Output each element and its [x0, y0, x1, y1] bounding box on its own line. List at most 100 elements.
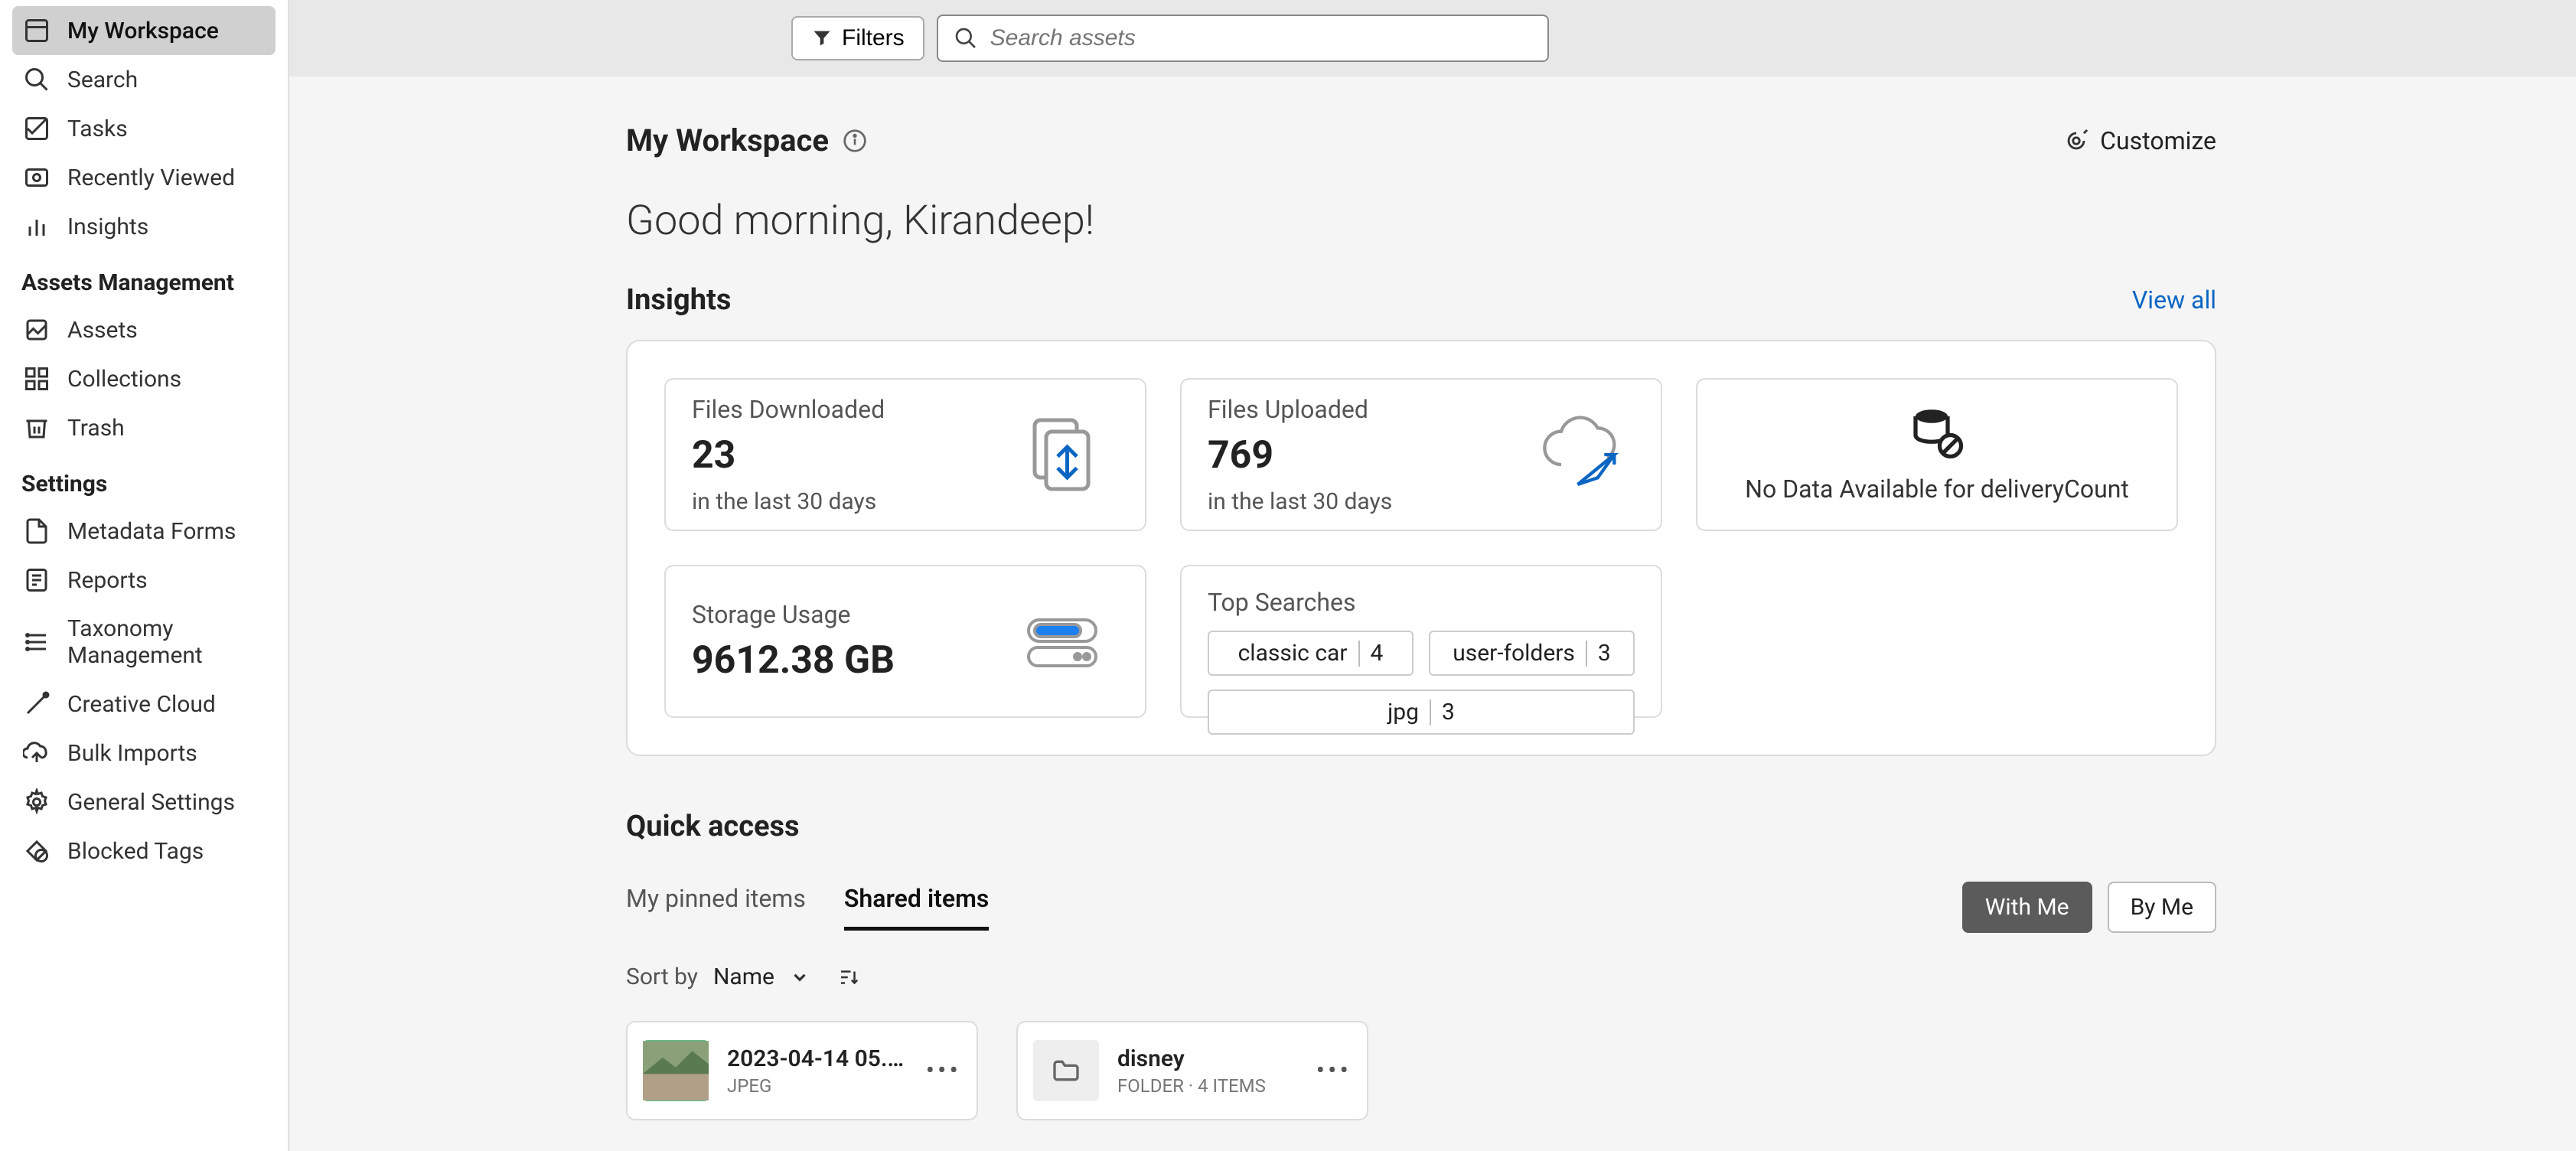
chevron-down-icon[interactable]	[790, 967, 810, 987]
sidebar-item-label: Metadata Forms	[67, 518, 236, 545]
sidebar-item-general-settings[interactable]: General Settings	[12, 778, 276, 827]
metadata-icon	[23, 517, 51, 545]
search-wrap[interactable]	[937, 15, 1549, 62]
item-thumbnail	[1033, 1040, 1099, 1101]
sidebar-item-label: Assets	[67, 317, 138, 344]
chip-term: jpg	[1387, 699, 1419, 725]
sidebar-item-collections[interactable]: Collections	[12, 354, 276, 403]
gear-icon	[23, 788, 51, 816]
main: Filters My Workspace Customize Goo	[289, 0, 2576, 1151]
item-sub: FOLDER · 4 ITEMS	[1117, 1075, 1298, 1097]
quick-tabs: My pinned items Shared items	[626, 884, 989, 931]
search-input[interactable]	[990, 25, 1532, 51]
sidebar-item-creative-cloud[interactable]: Creative Cloud	[12, 680, 276, 729]
customize-label: Customize	[2100, 126, 2216, 155]
reports-icon	[23, 566, 51, 594]
info-icon[interactable]	[843, 129, 867, 153]
sidebar-item-label: Reports	[67, 567, 148, 594]
insights-title: Insights	[626, 283, 731, 317]
customize-icon	[2063, 128, 2089, 154]
sidebar-section-assets: Assets Management	[12, 251, 276, 305]
card-top-searches[interactable]: Top Searches classic car 4 user-folders …	[1180, 565, 1662, 718]
filter-icon	[811, 28, 833, 49]
sort-value[interactable]: Name	[713, 964, 774, 990]
view-all-link[interactable]: View all	[2132, 285, 2216, 315]
sidebar-item-insights[interactable]: Insights	[12, 202, 276, 251]
customize-button[interactable]: Customize	[2063, 126, 2216, 155]
sidebar-item-label: Blocked Tags	[67, 838, 204, 865]
sidebar-item-label: Recently Viewed	[67, 165, 235, 191]
card-value: 9612.38 GB	[692, 638, 895, 683]
database-blocked-icon	[1910, 406, 1964, 459]
search-icon	[23, 66, 51, 93]
quick-access-title: Quick access	[626, 810, 2216, 843]
sidebar-item-bulk-imports[interactable]: Bulk Imports	[12, 729, 276, 778]
item-card[interactable]: 2023-04-14 05.1… JPEG •••	[626, 1021, 978, 1120]
more-icon[interactable]: •••	[926, 1055, 961, 1086]
sort-direction-icon[interactable]	[837, 966, 860, 989]
sidebar-item-blocked-tags[interactable]: Blocked Tags	[12, 827, 276, 875]
tab-pinned[interactable]: My pinned items	[626, 884, 806, 931]
card-value: 23	[692, 433, 885, 478]
taxonomy-icon	[23, 628, 51, 656]
bulkimport-icon	[23, 739, 51, 767]
chip-count: 4	[1371, 640, 1384, 667]
search-icon	[954, 26, 978, 51]
sidebar-item-label: Taxonomy Management	[67, 615, 265, 669]
chip-count: 3	[1442, 699, 1455, 725]
quick-items: 2023-04-14 05.1… JPEG ••• disney FOLDER …	[626, 1021, 2216, 1120]
recent-icon	[23, 164, 51, 191]
sidebar-item-myworkspace[interactable]: My Workspace	[12, 6, 276, 55]
tab-shared[interactable]: Shared items	[844, 884, 990, 931]
sidebar-item-tasks[interactable]: Tasks	[12, 104, 276, 153]
chip-divider	[1358, 641, 1360, 667]
more-icon[interactable]: •••	[1316, 1055, 1352, 1086]
item-card[interactable]: disney FOLDER · 4 ITEMS •••	[1016, 1021, 1368, 1120]
tasks-icon	[23, 115, 51, 142]
search-chip[interactable]: classic car 4	[1208, 631, 1414, 676]
blocked-icon	[23, 837, 51, 865]
collections-icon	[23, 365, 51, 393]
card-label: Top Searches	[1208, 588, 1635, 617]
item-title: disney	[1117, 1045, 1298, 1072]
sidebar-item-taxonomy[interactable]: Taxonomy Management	[12, 605, 276, 680]
sidebar-item-assets[interactable]: Assets	[12, 305, 276, 354]
search-chip[interactable]: user-folders 3	[1429, 631, 1635, 676]
chip-divider	[1586, 641, 1587, 667]
chip-term: user-folders	[1453, 640, 1575, 667]
item-thumbnail	[643, 1040, 709, 1101]
sidebar-item-label: Trash	[67, 415, 125, 442]
storage-icon	[1012, 588, 1119, 695]
search-chip[interactable]: jpg 3	[1208, 690, 1635, 735]
card-storage[interactable]: Storage Usage 9612.38 GB	[664, 565, 1146, 718]
sidebar-item-reports[interactable]: Reports	[12, 556, 276, 605]
filters-button[interactable]: Filters	[791, 16, 924, 60]
sidebar-item-label: General Settings	[67, 789, 235, 816]
card-nodata[interactable]: No Data Available for deliveryCount	[1696, 378, 2178, 531]
card-files-uploaded[interactable]: Files Uploaded 769 in the last 30 days	[1180, 378, 1662, 531]
sidebar-item-metadata-forms[interactable]: Metadata Forms	[12, 507, 276, 556]
sidebar-item-label: My Workspace	[67, 18, 219, 44]
card-files-downloaded[interactable]: Files Downloaded 23 in the last 30 days	[664, 378, 1146, 531]
topbar: Filters	[289, 0, 2576, 77]
download-icon	[1012, 401, 1119, 508]
sidebar-item-recently-viewed[interactable]: Recently Viewed	[12, 153, 276, 202]
item-sub: JPEG	[727, 1075, 908, 1097]
toggle-with-me[interactable]: With Me	[1962, 882, 2092, 933]
filters-label: Filters	[842, 25, 905, 51]
card-sub: in the last 30 days	[692, 488, 885, 515]
sidebar-item-trash[interactable]: Trash	[12, 403, 276, 452]
creative-icon	[23, 690, 51, 718]
nodata-label: No Data Available for deliveryCount	[1745, 474, 2129, 504]
greeting: Good morning, Kirandeep!	[626, 197, 2216, 245]
content: My Workspace Customize Good morning, Kir…	[289, 77, 2576, 1120]
sidebar-item-search[interactable]: Search	[12, 55, 276, 104]
chip-divider	[1430, 699, 1431, 725]
toggle-by-me[interactable]: By Me	[2108, 882, 2216, 933]
trash-icon	[23, 414, 51, 442]
item-title: 2023-04-14 05.1…	[727, 1045, 908, 1072]
card-label: Files Uploaded	[1208, 395, 1392, 424]
sidebar-item-label: Insights	[67, 214, 148, 240]
insights-icon	[23, 213, 51, 240]
card-sub: in the last 30 days	[1208, 488, 1392, 515]
